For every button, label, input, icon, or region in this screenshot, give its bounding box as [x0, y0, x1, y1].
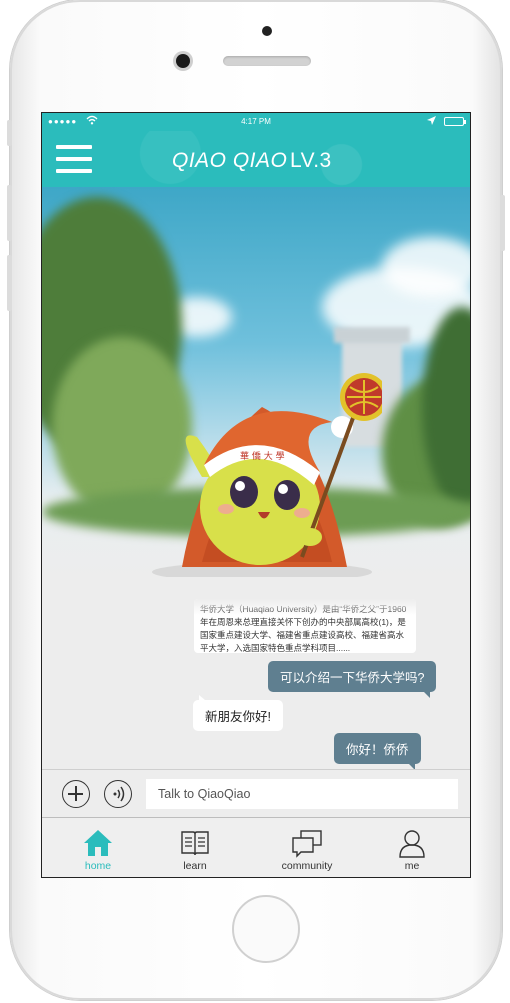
hamburger-menu-icon[interactable] [56, 145, 92, 173]
tab-home[interactable]: home [58, 818, 138, 877]
user-message-bubble: 可以介绍一下华侨大学吗? [268, 661, 437, 698]
app-header: QIAO QIAO LV.3 [42, 131, 470, 187]
tab-learn-label: learn [183, 860, 207, 872]
earpiece-speaker [223, 56, 311, 66]
user-message-bubble: 你好！侨侨 [334, 733, 421, 770]
tab-community-label: community [281, 860, 333, 872]
tab-home-label: home [84, 860, 112, 872]
app-title: QIAO QIAO [172, 149, 288, 172]
status-bar: ●●●●● 4:17 PM [42, 113, 470, 131]
battery-icon [444, 117, 466, 126]
volume-up-button [7, 185, 12, 241]
tab-me[interactable]: me [372, 818, 452, 877]
bot-info-card: 华侨大学（Huaqiao University）是由“华侨之父”于1960年在周… [194, 599, 416, 653]
location-arrow-icon [427, 116, 436, 127]
mute-switch [7, 120, 12, 146]
tab-learn[interactable]: learn [155, 818, 235, 877]
status-time: 4:17 PM [241, 117, 271, 126]
voice-icon[interactable] [104, 780, 132, 808]
power-button [500, 195, 505, 251]
chat-input-bar [42, 769, 470, 817]
tab-me-label: me [404, 860, 420, 872]
front-camera [176, 54, 190, 68]
phone-home-button[interactable] [232, 895, 300, 963]
chat-bubbles-icon [292, 830, 322, 858]
bot-message-bubble: 新朋友你好! [193, 695, 283, 731]
bottom-tab-bar: home learn community me [42, 817, 470, 877]
plus-icon[interactable] [62, 780, 90, 808]
chat-message-input[interactable] [146, 779, 458, 809]
level-badge: LV.3 [290, 149, 332, 172]
app-screen: ●●●●● 4:17 PM QIAO QIAO LV.3 華 僑 大 學 年在周… [41, 112, 471, 878]
hero-scene: 華 僑 大 學 [42, 187, 470, 577]
campus-building-roof [334, 327, 410, 343]
volume-down-button [7, 255, 12, 311]
home-icon [84, 830, 112, 856]
svg-text:華 僑 大 學: 華 僑 大 學 [240, 450, 285, 462]
person-icon [399, 830, 425, 858]
qiaoqiao-mascot: 華 僑 大 學 [152, 373, 382, 577]
sensor [262, 26, 272, 36]
book-icon [181, 831, 209, 856]
tab-community[interactable]: community [267, 818, 347, 877]
info-card-fade [194, 599, 416, 615]
